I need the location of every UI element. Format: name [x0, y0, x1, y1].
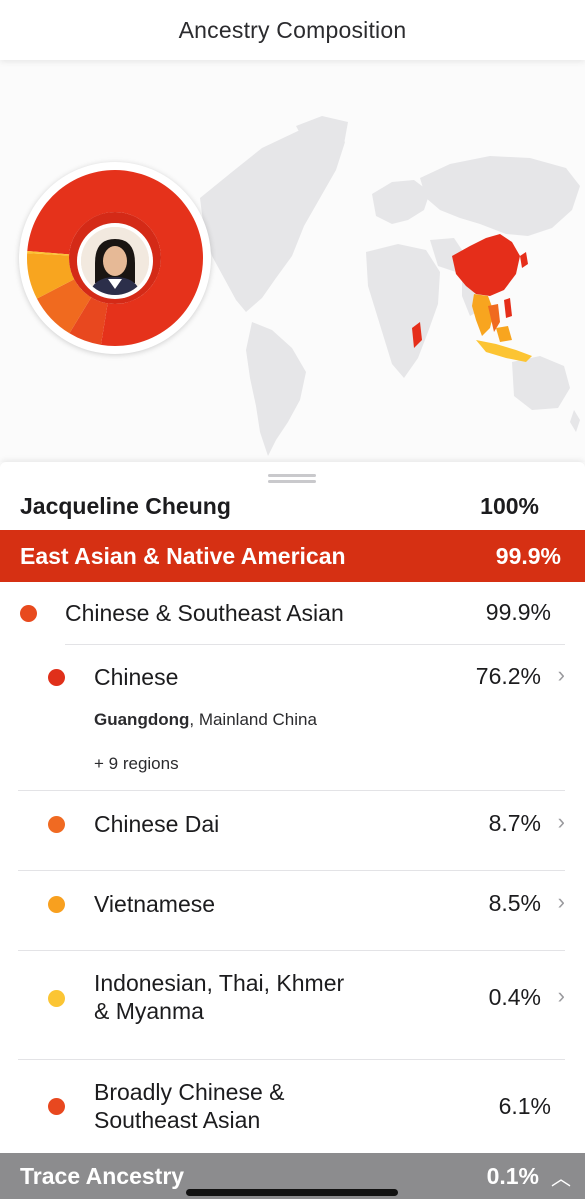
- item-label-line1: Indonesian, Thai, Khmer: [94, 970, 345, 996]
- item-label: Chinese: [94, 664, 179, 690]
- list-item-vietnamese[interactable]: Vietnamese 8.5% ›: [0, 871, 585, 951]
- subgroup-label: Chinese & Southeast Asian: [65, 600, 344, 626]
- chinese-dai-dot-icon: [48, 816, 65, 833]
- avatar: [77, 223, 153, 299]
- chevron-right-icon: ›: [557, 809, 565, 834]
- page-title: Ancestry Composition: [178, 16, 407, 43]
- trace-ancestry-label: Trace Ancestry: [20, 1162, 185, 1189]
- group-label: East Asian & Native American: [20, 542, 346, 569]
- item-percent: 0.4%: [488, 984, 541, 1010]
- subgroup-percent: 99.9%: [485, 599, 551, 625]
- chinese-dot-icon: [48, 669, 65, 686]
- item-detail: Guangdong, Mainland China: [94, 710, 317, 730]
- chevron-right-icon: ›: [557, 889, 565, 914]
- trace-ancestry-right: 0.1% ︿: [487, 1162, 571, 1191]
- avatar-photo: [81, 227, 149, 295]
- item-label-line2: Southeast Asian: [94, 1107, 261, 1133]
- list-item-indonesian-thai-khmer-myanma[interactable]: Indonesian, Thai, Khmer & Myanma 0.4% ›: [0, 951, 585, 1059]
- item-label-line2: & Myanma: [94, 998, 204, 1024]
- person-row: Jacqueline Cheung 100%: [0, 482, 585, 530]
- home-indicator: [186, 1189, 398, 1196]
- chevron-right-icon: ›: [557, 662, 565, 687]
- list-item-broadly-chinese-southeast-asian: Broadly Chinese & Southeast Asian 6.1%: [0, 1060, 585, 1152]
- group-percent: 99.9%: [495, 542, 561, 569]
- detail-country: , Mainland China: [189, 710, 317, 729]
- item-percent: 8.5%: [488, 890, 541, 916]
- item-label: Chinese Dai: [94, 811, 220, 837]
- header: Ancestry Composition: [0, 0, 585, 60]
- list-item-chinese-dai[interactable]: Chinese Dai 8.7% ›: [0, 791, 585, 871]
- ancestry-screen: Ancestry Composition Jacqueline Cheung 1…: [0, 0, 585, 1199]
- broadly-dot-icon: [48, 1098, 65, 1115]
- item-percent: 8.7%: [488, 810, 541, 836]
- ancestry-sheet: Jacqueline Cheung 100% East Asian & Nati…: [0, 462, 585, 1199]
- person-percent: 100%: [480, 492, 539, 519]
- trace-ancestry-percent: 0.1%: [486, 1162, 539, 1189]
- item-label-line1: Broadly Chinese &: [94, 1079, 285, 1105]
- more-regions-link[interactable]: + 9 regions: [94, 754, 179, 774]
- detail-region: Guangdong: [94, 710, 190, 729]
- chevron-up-icon: ︿: [551, 1167, 571, 1190]
- vietnamese-dot-icon: [48, 896, 65, 913]
- chevron-right-icon: ›: [557, 983, 565, 1008]
- subgroup-dot-icon: [20, 605, 37, 622]
- item-percent: 76.2%: [475, 663, 541, 689]
- subgroup-row[interactable]: Chinese & Southeast Asian 99.9%: [0, 582, 585, 644]
- indonesian-dot-icon: [48, 990, 65, 1007]
- group-row-east-asian[interactable]: East Asian & Native American 99.9%: [0, 530, 585, 582]
- person-name: Jacqueline Cheung: [20, 492, 231, 519]
- item-label: Vietnamese: [94, 891, 216, 917]
- item-percent: 6.1%: [498, 1093, 551, 1119]
- list-item-chinese[interactable]: Chinese 76.2% › Guangdong, Mainland Chin…: [0, 645, 585, 791]
